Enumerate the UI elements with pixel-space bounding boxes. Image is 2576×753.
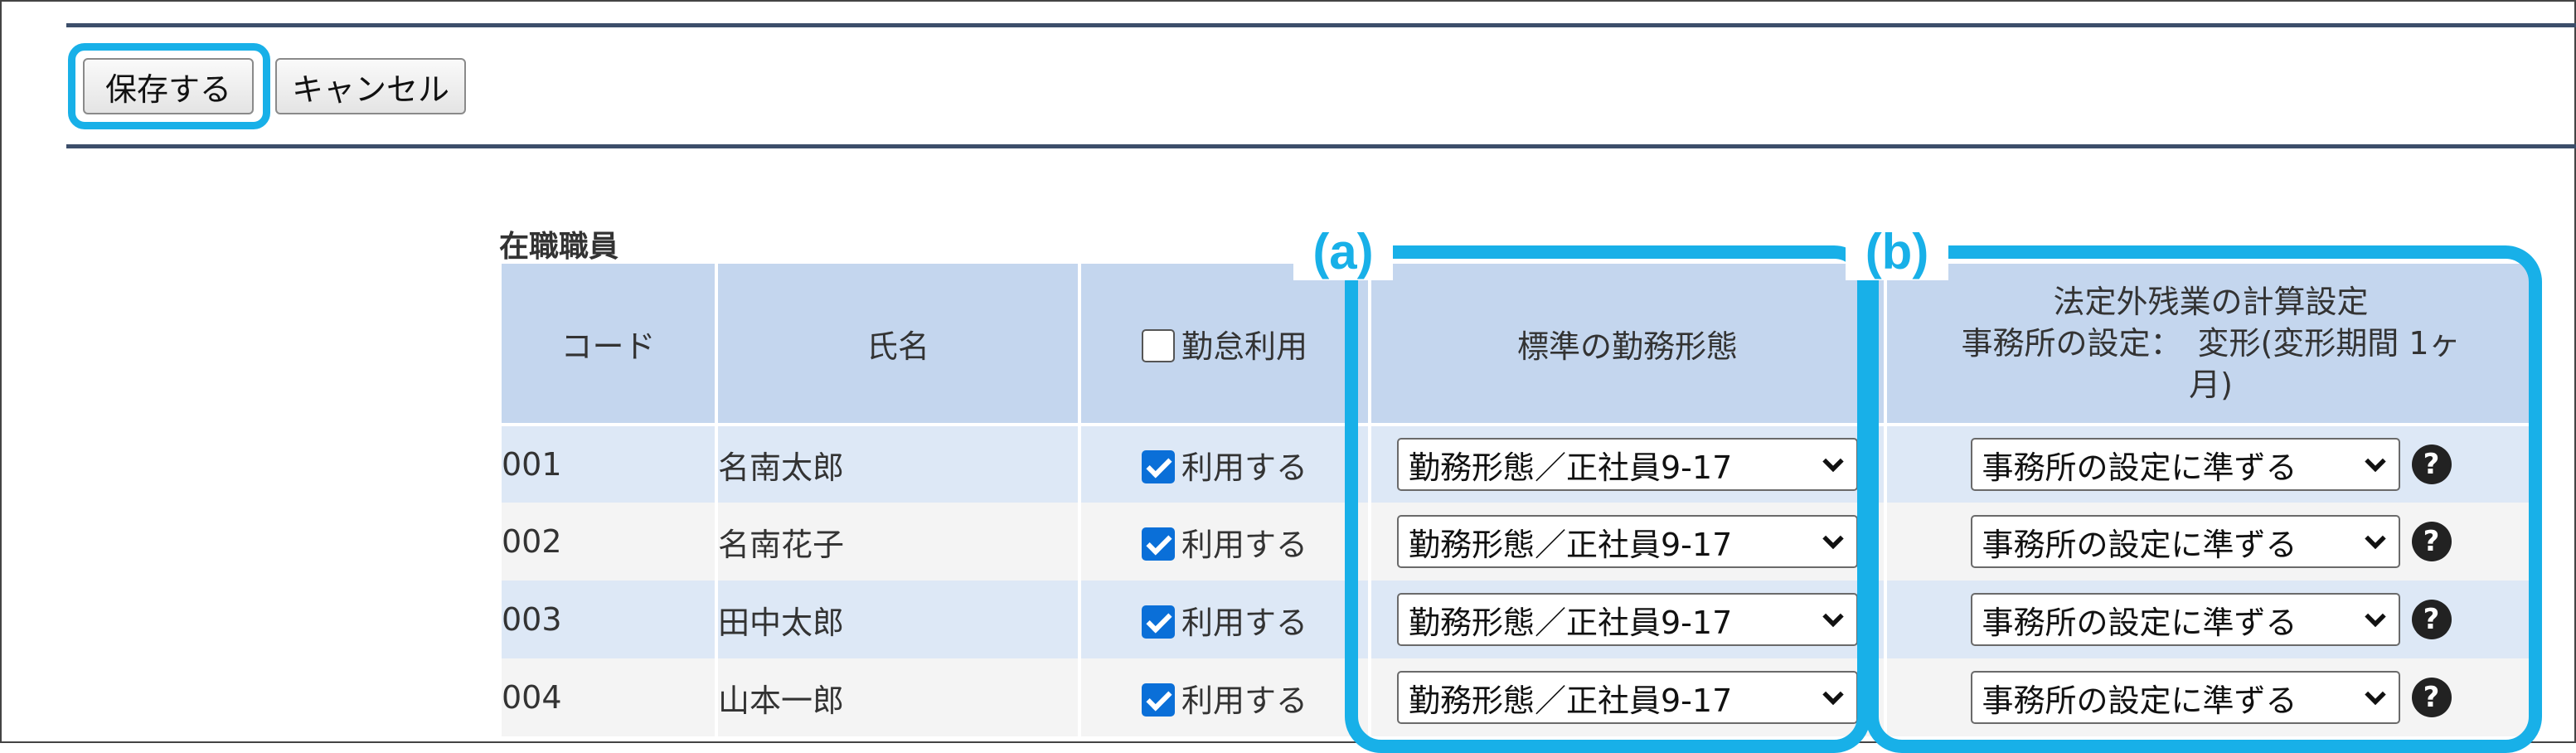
cell-attendance: 利用する: [1079, 503, 1371, 581]
checkbox-icon[interactable]: [1141, 449, 1175, 483]
cancel-button[interactable]: キャンセル: [275, 58, 466, 114]
checkbox-icon[interactable]: [1141, 683, 1175, 717]
header-name: 氏名: [716, 264, 1081, 426]
header-code: コード: [502, 264, 718, 426]
cell-name: 名南太郎: [716, 425, 1081, 503]
checkbox-icon[interactable]: [1141, 605, 1175, 639]
annotation-label-a: (a): [1293, 222, 1393, 280]
attendance-label: 利用する: [1181, 682, 1307, 719]
cell-code: 004: [502, 658, 718, 736]
cell-name: 山本一郎: [716, 658, 1081, 736]
header-attendance-label: 勤怠利用: [1181, 328, 1307, 365]
cell-attendance: 利用する: [1079, 581, 1371, 658]
cell-attendance: 利用する: [1079, 425, 1371, 503]
attendance-label: 利用する: [1181, 526, 1307, 563]
header-attendance: 勤怠利用: [1079, 264, 1371, 426]
attendance-label: 利用する: [1181, 449, 1307, 486]
save-button-highlight: [68, 43, 270, 129]
cell-code: 002: [502, 503, 718, 581]
annotation-label-b: (b): [1846, 222, 1948, 280]
section-caption: 在職職員: [499, 230, 619, 264]
cell-code: 001: [502, 425, 718, 503]
cell-attendance: 利用する: [1079, 658, 1371, 736]
toolbar-divider: [66, 144, 2576, 148]
annotation-box-b: [1865, 245, 2542, 753]
cell-code: 003: [502, 581, 718, 658]
checkbox-icon[interactable]: [1141, 527, 1175, 561]
attendance-all-checkbox-icon[interactable]: [1141, 328, 1175, 362]
cell-name: 名南花子: [716, 503, 1081, 581]
annotation-box-a: [1345, 245, 1870, 753]
top-divider: [66, 23, 2576, 27]
cell-name: 田中太郎: [716, 581, 1081, 658]
attendance-label: 利用する: [1181, 604, 1307, 641]
